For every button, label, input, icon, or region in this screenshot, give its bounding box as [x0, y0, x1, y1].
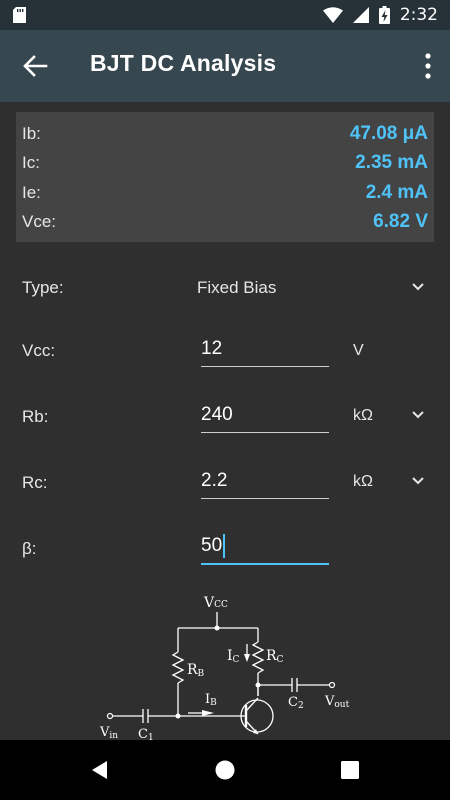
- vout-circuit-sub: out: [334, 700, 349, 710]
- text-cursor: [223, 533, 226, 558]
- result-label: Ie:: [22, 183, 41, 202]
- rb-unit-spinner[interactable]: kΩ: [353, 407, 373, 425]
- status-time: 2:32: [399, 5, 438, 25]
- result-row-vce: Vce: 6.82 V: [22, 208, 428, 236]
- vcc-label: Vcc:: [22, 341, 56, 360]
- result-row-ib: Ib: 47.08 μA: [22, 120, 428, 148]
- app-bar: BJT DC Analysis: [0, 30, 450, 102]
- rc-input-value: 2.2: [201, 470, 228, 491]
- more-vert-icon[interactable]: [422, 52, 434, 80]
- ic-circuit-sub: C: [233, 655, 240, 665]
- vcc-node-sub: CC: [214, 600, 228, 610]
- navigation-bar: [0, 740, 450, 800]
- vcc-input-value: 12: [201, 338, 223, 359]
- vin-circuit-sub: in: [109, 731, 118, 740]
- rb-circuit-label: R: [187, 662, 198, 678]
- rc-input[interactable]: 2.2: [201, 468, 329, 499]
- type-spinner[interactable]: Fixed Bias: [197, 278, 276, 298]
- svg-text:Vout: Vout: [324, 694, 350, 710]
- beta-input[interactable]: 50: [201, 533, 329, 565]
- nav-home-icon[interactable]: [215, 760, 235, 780]
- rb-circuit-sub: B: [198, 669, 205, 679]
- status-bar: 2:32: [0, 0, 450, 30]
- c1-circuit-label: C: [138, 727, 148, 740]
- sd-card-icon: [13, 7, 26, 23]
- result-value: 2.35 mA: [355, 152, 428, 173]
- chevron-down-icon[interactable]: [411, 476, 425, 486]
- result-label: Ic:: [22, 153, 40, 172]
- chevron-down-icon[interactable]: [411, 410, 425, 420]
- wifi-icon: [322, 7, 343, 23]
- c2-circuit-label: C: [288, 695, 298, 710]
- arrow-back-icon[interactable]: [22, 54, 48, 78]
- chevron-down-icon[interactable]: [411, 282, 425, 292]
- result-value: 47.08 μA: [349, 123, 428, 144]
- vin-circuit-label: V: [99, 725, 110, 740]
- svg-text:IC: IC: [227, 648, 240, 665]
- beta-input-value: 50: [201, 535, 223, 556]
- rc-circuit-label: R: [266, 648, 277, 664]
- rc-unit-spinner[interactable]: kΩ: [353, 473, 373, 491]
- c1-circuit-sub: 1: [148, 733, 154, 740]
- page-title: BJT DC Analysis: [90, 50, 277, 76]
- nav-recents-icon[interactable]: [341, 761, 359, 779]
- results-panel: Ib: 47.08 μA Ic: 2.35 mA Ie: 2.4 mA Vce:…: [16, 112, 434, 242]
- vcc-unit: V: [353, 342, 364, 359]
- svg-text:Vin: Vin: [99, 725, 118, 740]
- result-value: 2.4 mA: [365, 182, 428, 203]
- result-row-ie: Ie: 2.4 mA: [22, 179, 428, 207]
- beta-label: β:: [22, 539, 37, 558]
- svg-text:C2: C2: [288, 695, 304, 711]
- ib-circuit-sub: B: [210, 698, 217, 708]
- battery-charging-icon: [378, 6, 390, 24]
- fixed-bias-circuit-diagram: VCC RB RC IC IB C2 Vout C1 Vin: [99, 595, 350, 740]
- svg-text:RB: RB: [187, 662, 205, 679]
- svg-text:VCC: VCC: [203, 595, 228, 611]
- vout-circuit-label: V: [324, 694, 335, 709]
- c2-circuit-sub: 2: [298, 701, 304, 711]
- rc-circuit-sub: C: [277, 655, 284, 665]
- type-label: Type:: [22, 278, 64, 297]
- svg-text:C1: C1: [138, 727, 154, 740]
- svg-text:RC: RC: [266, 648, 284, 665]
- svg-text:IB: IB: [205, 692, 217, 708]
- rb-input-value: 240: [201, 404, 233, 425]
- signal-icon: [352, 7, 369, 23]
- rb-input[interactable]: 240: [201, 402, 329, 433]
- result-label: Ib:: [22, 124, 41, 143]
- nav-back-icon[interactable]: [90, 760, 108, 780]
- rc-label: Rc:: [22, 473, 48, 492]
- result-label: Vce:: [22, 212, 57, 231]
- rb-label: Rb:: [22, 407, 49, 426]
- vcc-input[interactable]: 12: [201, 336, 329, 367]
- result-value: 6.82 V: [373, 211, 428, 232]
- result-row-ic: Ic: 2.35 mA: [22, 149, 428, 177]
